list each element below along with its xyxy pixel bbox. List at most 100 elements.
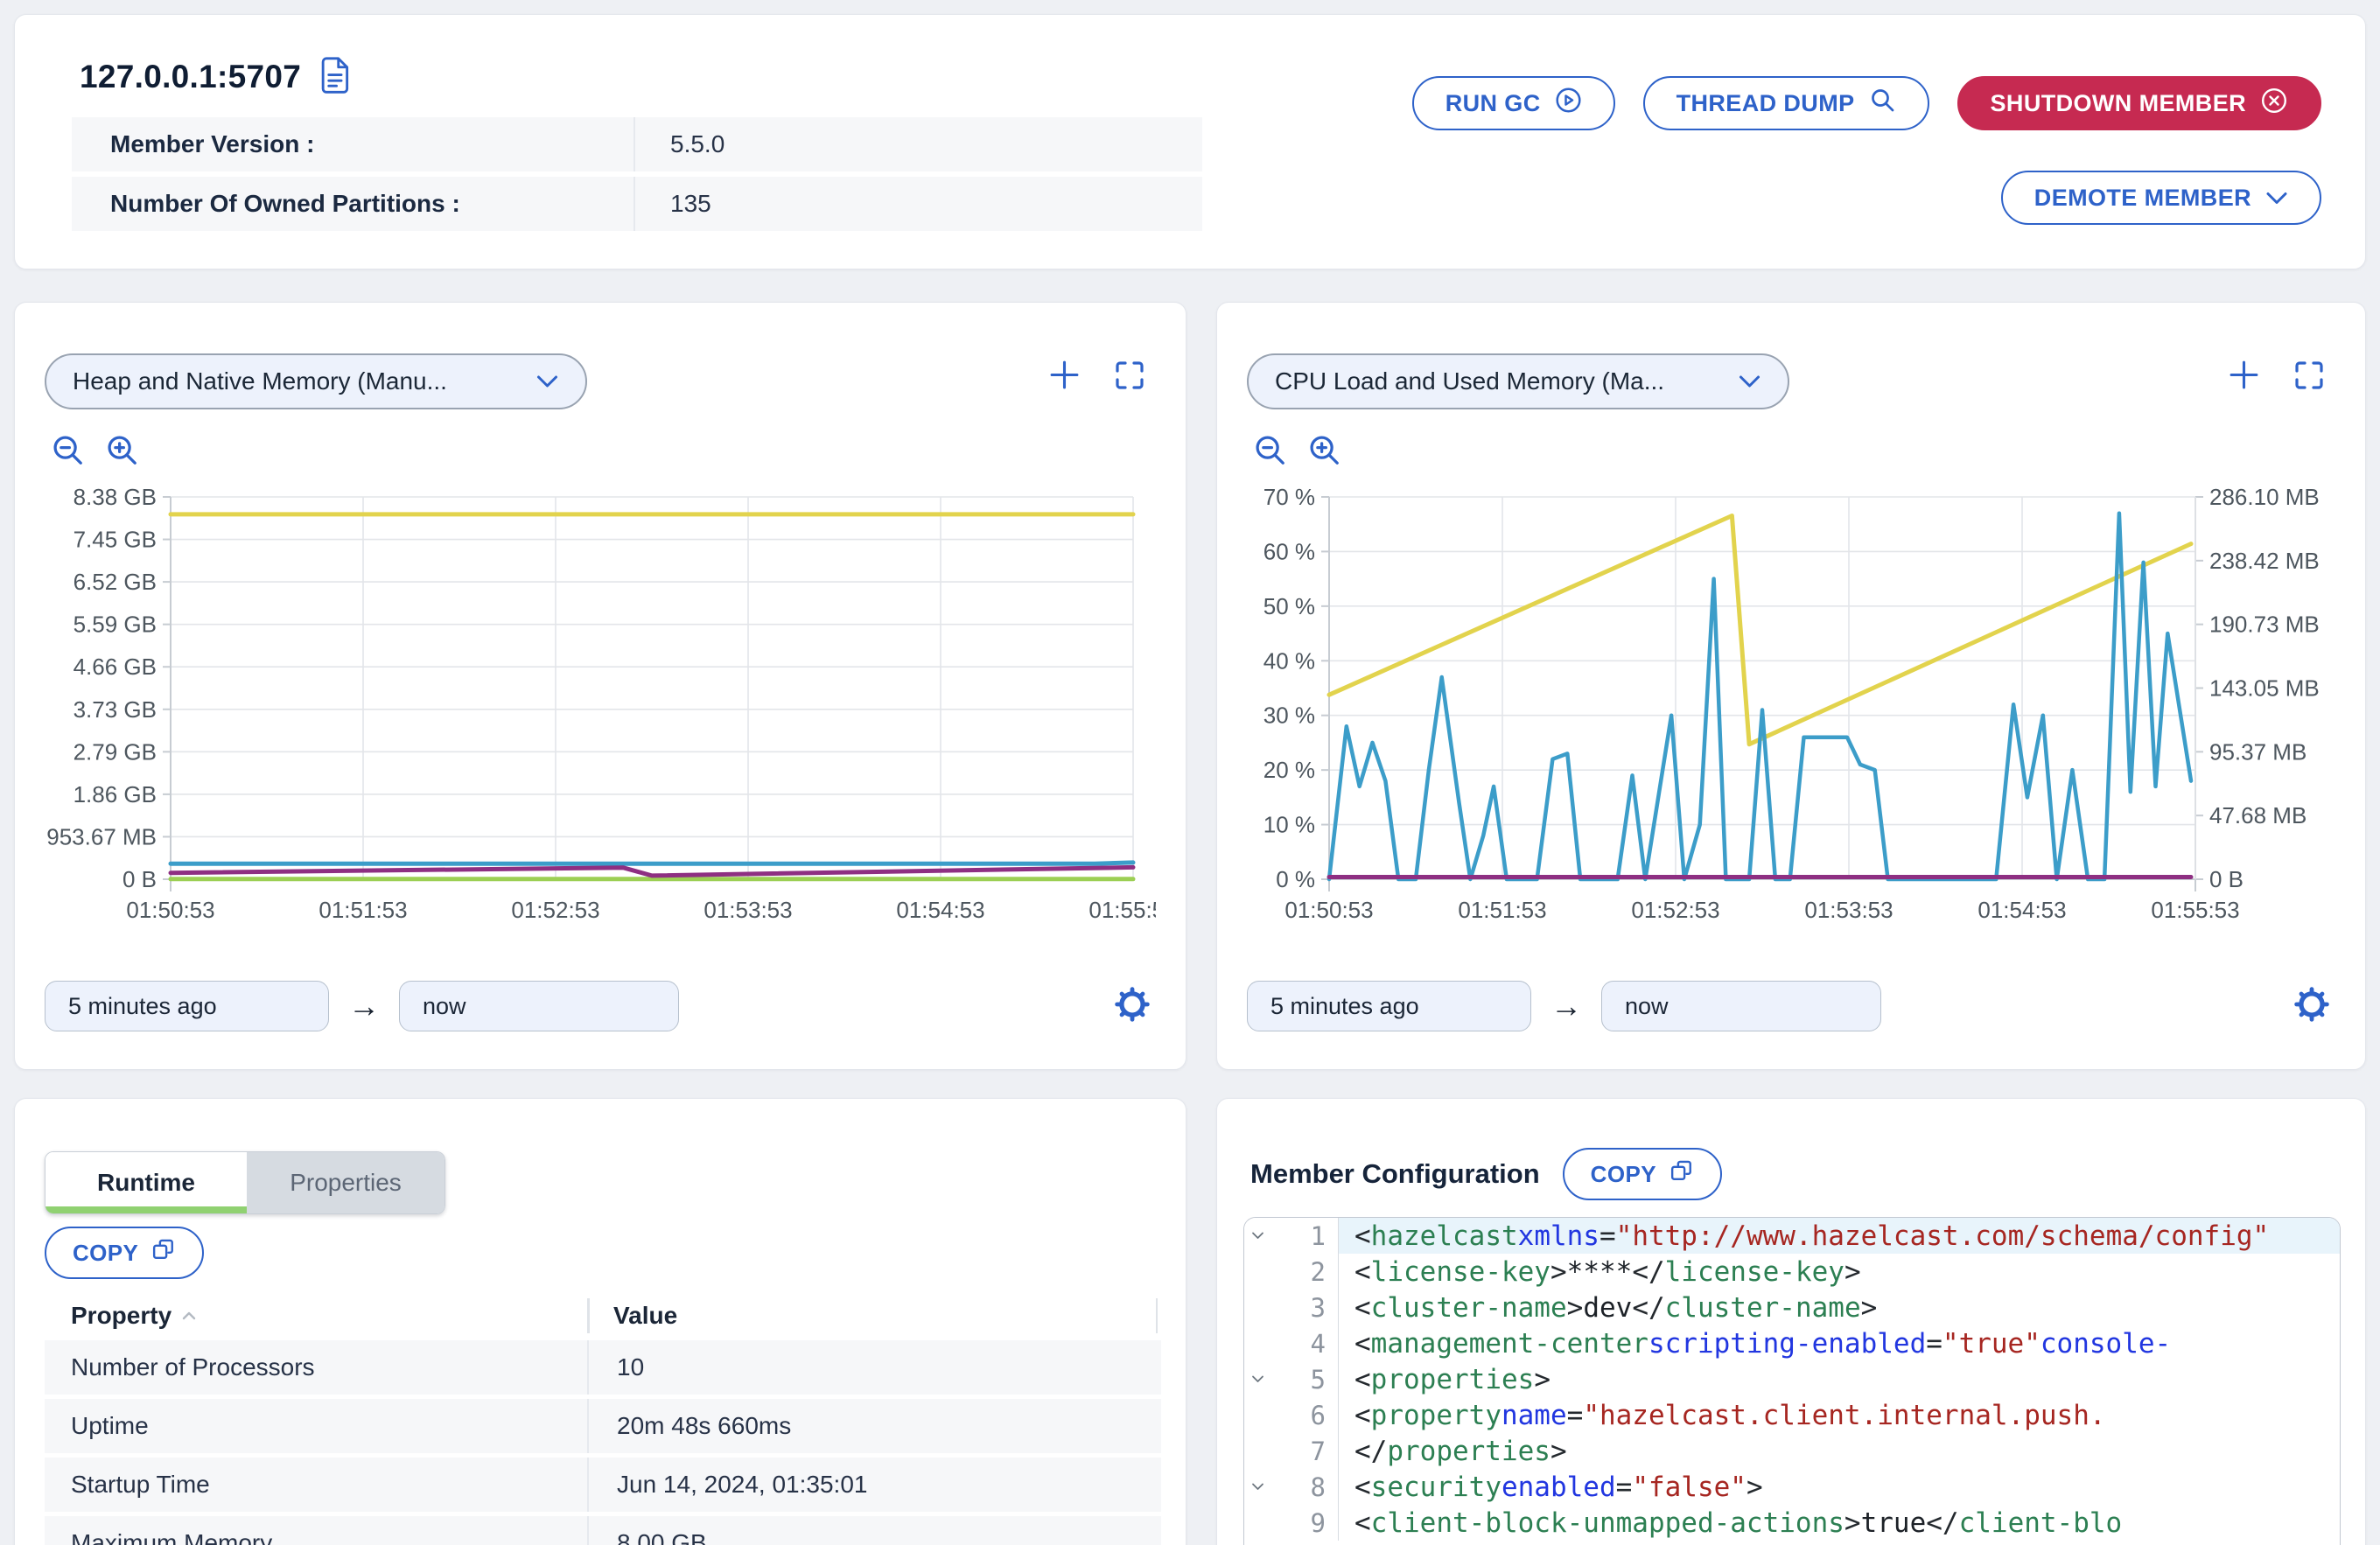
cpu-memory-chart[interactable]: 70 %60 %50 %40 %30 %20 %10 %0 %286.10 MB… bbox=[1242, 483, 2335, 925]
line-number: 8 bbox=[1270, 1472, 1338, 1502]
copy-icon bbox=[1669, 1158, 1694, 1190]
svg-text:2.79 GB: 2.79 GB bbox=[74, 738, 157, 765]
shutdown-member-button[interactable]: SHUTDOWN MEMBER bbox=[1957, 76, 2321, 130]
fold-chevron-icon[interactable] bbox=[1244, 1374, 1270, 1384]
time-from-input[interactable] bbox=[45, 981, 329, 1031]
zoom-out-icon[interactable] bbox=[1252, 432, 1289, 473]
info-row: Number Of Owned Partitions : 135 bbox=[72, 177, 1202, 231]
svg-text:6.52 GB: 6.52 GB bbox=[74, 569, 157, 595]
thread-dump-button[interactable]: THREAD DUMP bbox=[1643, 76, 1929, 130]
svg-text:01:54:53: 01:54:53 bbox=[1978, 897, 2066, 923]
svg-text:0 B: 0 B bbox=[2209, 866, 2244, 892]
svg-text:10 %: 10 % bbox=[1264, 812, 1315, 838]
member-info-table: Member Version : 5.5.0 Number Of Owned P… bbox=[72, 117, 1202, 236]
svg-text:7.45 GB: 7.45 GB bbox=[74, 527, 157, 553]
tab-properties[interactable]: Properties bbox=[247, 1152, 444, 1213]
add-chart-icon[interactable] bbox=[1048, 359, 1081, 395]
svg-text:01:52:53: 01:52:53 bbox=[1631, 897, 1719, 923]
code-line: 2 <license-key>****</license-key> bbox=[1244, 1254, 2340, 1290]
value-cell: 10 bbox=[587, 1340, 1161, 1395]
column-header-value[interactable]: Value bbox=[587, 1302, 1161, 1330]
copy-icon bbox=[150, 1237, 176, 1269]
active-tab-underline bbox=[46, 1206, 247, 1213]
line-number: 3 bbox=[1270, 1293, 1338, 1323]
svg-text:20 %: 20 % bbox=[1264, 757, 1315, 783]
property-cell: Startup Time bbox=[45, 1471, 587, 1499]
zoom-in-icon[interactable] bbox=[104, 432, 141, 473]
arrow-right-icon: → bbox=[348, 990, 380, 1022]
heap-native-memory-chart[interactable]: 8.38 GB7.45 GB6.52 GB5.59 GB4.66 GB3.73 … bbox=[39, 483, 1156, 925]
property-cell: Uptime bbox=[45, 1412, 587, 1440]
time-from-input[interactable] bbox=[1247, 981, 1531, 1031]
chevron-down-icon bbox=[536, 367, 559, 395]
runtime-tabs: Runtime Properties bbox=[45, 1151, 445, 1214]
svg-text:01:51:53: 01:51:53 bbox=[318, 897, 407, 923]
column-separator[interactable] bbox=[1156, 1298, 1158, 1333]
property-cell: Maximum Memory bbox=[45, 1529, 587, 1545]
code-line: 6 <property name="hazelcast.client.inter… bbox=[1244, 1397, 2340, 1433]
code-line: 4 <management-center scripting-enabled="… bbox=[1244, 1325, 2340, 1361]
table-row: Uptime 20m 48s 660ms bbox=[45, 1399, 1161, 1453]
info-row: Member Version : 5.5.0 bbox=[72, 117, 1202, 171]
code-line: 7 </properties> bbox=[1244, 1433, 2340, 1469]
member-actions: RUN GC THREAD DUMP SHUTDOWN MEMBER bbox=[1412, 76, 2321, 225]
svg-text:190.73 MB: 190.73 MB bbox=[2209, 612, 2320, 638]
code-text: <client-block-unmapped-actions>true</cli… bbox=[1339, 1505, 2340, 1541]
demote-member-button[interactable]: DEMOTE MEMBER bbox=[2001, 171, 2321, 225]
svg-text:0 B: 0 B bbox=[122, 866, 157, 892]
member-summary-card: 127.0.0.1:5707 Member Version : 5.5.0 Nu… bbox=[14, 14, 2366, 269]
svg-text:01:54:53: 01:54:53 bbox=[896, 897, 984, 923]
svg-text:30 %: 30 % bbox=[1264, 703, 1315, 729]
zoom-out-icon[interactable] bbox=[50, 432, 87, 473]
search-icon bbox=[1869, 87, 1896, 120]
code-line: 3 <cluster-name>dev</cluster-name> bbox=[1244, 1290, 2340, 1325]
chevron-down-icon bbox=[2265, 185, 2288, 212]
metric-select-left-label: Heap and Native Memory (Manu... bbox=[73, 367, 447, 395]
heap-native-memory-panel: Heap and Native Memory (Manu... 8.38 GB 7… bbox=[14, 302, 1186, 1070]
config-panel-title: Member Configuration bbox=[1250, 1158, 1540, 1190]
column-separator[interactable] bbox=[587, 1298, 590, 1333]
value-cell: 20m 48s 660ms bbox=[587, 1399, 1161, 1453]
cpu-memory-panel: CPU Load and Used Memory (Ma... 70 %60 %… bbox=[1216, 302, 2366, 1070]
svg-text:01:50:53: 01:50:53 bbox=[126, 897, 214, 923]
add-chart-icon[interactable] bbox=[2228, 359, 2260, 395]
copy-config-button[interactable]: COPY bbox=[1563, 1148, 1722, 1200]
metric-select-right[interactable]: CPU Load and Used Memory (Ma... bbox=[1247, 353, 1789, 409]
column-header-property[interactable]: Property bbox=[45, 1302, 587, 1330]
svg-text:01:53:53: 01:53:53 bbox=[704, 897, 792, 923]
metric-select-left[interactable]: Heap and Native Memory (Manu... bbox=[45, 353, 587, 409]
document-icon[interactable] bbox=[318, 55, 354, 98]
zoom-in-icon[interactable] bbox=[1306, 432, 1343, 473]
svg-text:01:55:53: 01:55:53 bbox=[1088, 897, 1156, 923]
svg-text:8.38 GB: 8.38 GB bbox=[74, 484, 157, 510]
copy-runtime-button[interactable]: COPY bbox=[45, 1227, 204, 1279]
runtime-table: Property Value Number of Processors 10 U… bbox=[45, 1296, 1161, 1545]
run-gc-button[interactable]: RUN GC bbox=[1412, 76, 1615, 130]
svg-text:01:53:53: 01:53:53 bbox=[1804, 897, 1893, 923]
code-line: 5 <properties> bbox=[1244, 1361, 2340, 1397]
fullscreen-icon[interactable] bbox=[2293, 360, 2325, 395]
info-label: Member Version : bbox=[72, 130, 634, 158]
time-to-input[interactable] bbox=[1601, 981, 1881, 1031]
value-cell: Jun 14, 2024, 01:35:01 bbox=[587, 1458, 1161, 1512]
table-row: Maximum Memory 8.00 GB bbox=[45, 1516, 1161, 1545]
code-lines: 1 <hazelcast xmlns="http://www.hazelcast… bbox=[1244, 1218, 2340, 1541]
line-number: 4 bbox=[1270, 1329, 1338, 1359]
tab-runtime[interactable]: Runtime bbox=[46, 1152, 247, 1213]
fold-chevron-icon[interactable] bbox=[1244, 1482, 1270, 1492]
code-text: <property name="hazelcast.client.interna… bbox=[1339, 1397, 2340, 1433]
fold-chevron-icon[interactable] bbox=[1244, 1231, 1270, 1241]
gear-icon[interactable] bbox=[2293, 986, 2330, 1027]
config-code-editor[interactable]: 1 <hazelcast xmlns="http://www.hazelcast… bbox=[1243, 1217, 2341, 1545]
svg-text:238.42 MB: 238.42 MB bbox=[2209, 548, 2320, 574]
time-to-input[interactable] bbox=[399, 981, 679, 1031]
line-number: 5 bbox=[1270, 1365, 1338, 1395]
table-row: Startup Time Jun 14, 2024, 01:35:01 bbox=[45, 1458, 1161, 1512]
code-text: <hazelcast xmlns="http://www.hazelcast.c… bbox=[1339, 1218, 2340, 1254]
value-cell: 8.00 GB bbox=[587, 1516, 1161, 1545]
code-text: <license-key>****</license-key> bbox=[1339, 1254, 2340, 1290]
gear-icon[interactable] bbox=[1114, 986, 1151, 1027]
fullscreen-icon[interactable] bbox=[1114, 360, 1145, 395]
svg-text:60 %: 60 % bbox=[1264, 538, 1315, 564]
svg-text:01:55:53: 01:55:53 bbox=[2151, 897, 2239, 923]
